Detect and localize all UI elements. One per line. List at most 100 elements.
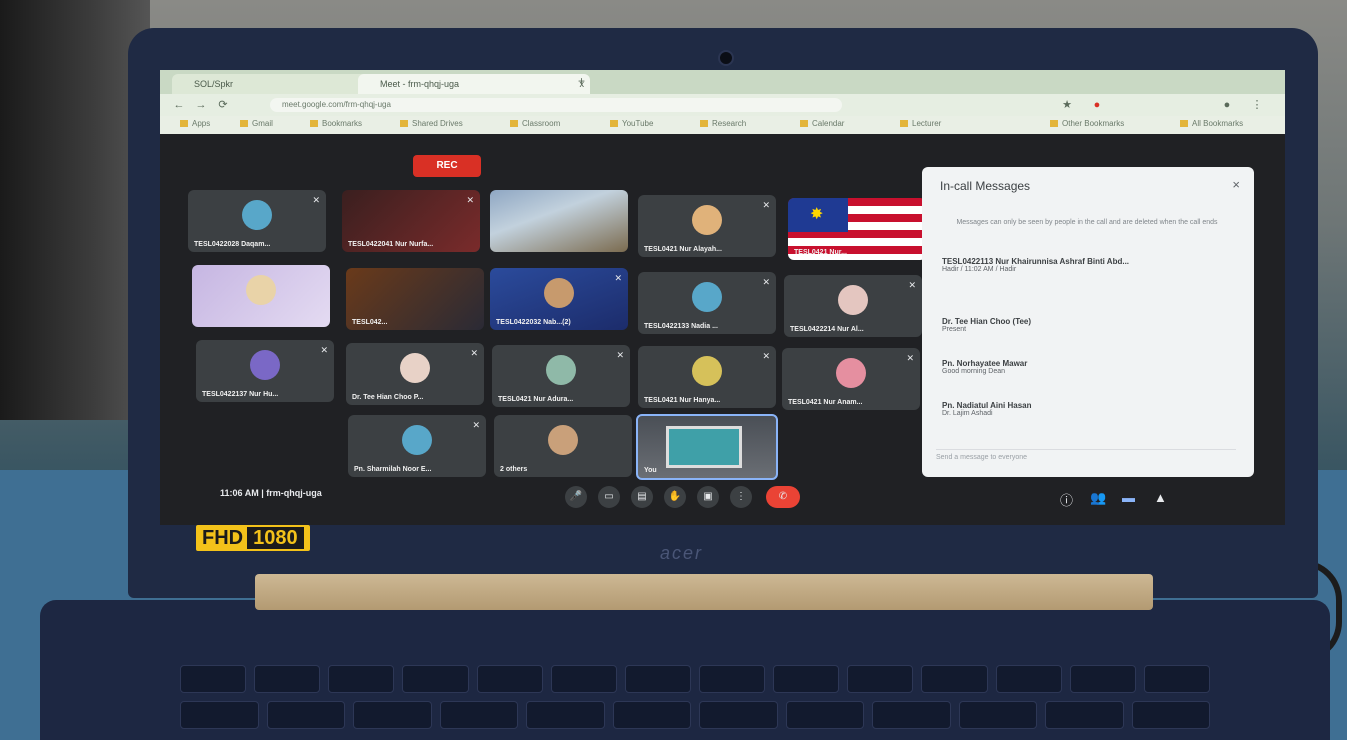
laptop-screen: SOL/Spkr x Meet - frm-qhqj-uga x + ← → ⟳… — [160, 70, 1285, 525]
message-text: Dr. Lajim Ashadi — [942, 410, 993, 417]
participant-name: TESL0422041 Nur Nurfa... — [348, 241, 434, 248]
key — [1069, 665, 1136, 693]
participant-name: TESL0421 Nur... — [794, 249, 847, 256]
meeting-time: 11:06 AM — [220, 488, 259, 498]
participant-tile[interactable]: ✕ Dr. Tee Hian Choo P... — [346, 343, 484, 405]
avatar — [402, 425, 432, 455]
extension-icon[interactable]: ★ — [1060, 98, 1074, 112]
mic-off-icon: ✕ — [470, 348, 478, 358]
close-icon[interactable]: × — [1232, 177, 1240, 192]
bookmark[interactable]: All Bookmarks — [1180, 119, 1243, 128]
key — [847, 665, 914, 693]
leave-call-button[interactable]: ✆ — [766, 486, 800, 508]
browser-tab-active[interactable]: Meet - frm-qhqj-uga x — [358, 74, 590, 94]
captions-button[interactable]: ▤ — [631, 486, 653, 508]
url-field[interactable]: meet.google.com/frm-qhqj-uga — [270, 98, 842, 112]
key-row — [180, 665, 1210, 693]
menu-icon[interactable]: ⋮ — [1250, 98, 1264, 112]
key — [921, 665, 988, 693]
presentation-board — [666, 426, 742, 468]
camera-button[interactable]: ▭ — [598, 486, 620, 508]
present-button[interactable]: ▣ — [697, 486, 719, 508]
browser-tab[interactable]: SOL/Spkr x — [172, 74, 374, 94]
mic-off-icon: ✕ — [762, 200, 770, 210]
participant-tile[interactable]: 2 others — [494, 415, 632, 477]
chat-input[interactable]: Send a message to everyone — [936, 449, 1236, 466]
key — [698, 665, 766, 693]
participant-tile[interactable]: ✕ TESL0422214 Nur Al... — [784, 275, 922, 337]
avatar — [250, 350, 280, 380]
key-row — [180, 701, 1210, 729]
extension-icon[interactable]: ● — [1090, 98, 1104, 112]
reload-icon[interactable]: ⟳ — [216, 98, 230, 112]
raise-hand-button[interactable]: ✋ — [664, 486, 686, 508]
fhd-badge: FHD 1080 — [196, 525, 310, 551]
chat-message: Pn. Norhayatee Mawar Good morning Dean — [942, 359, 1232, 375]
participant-tile[interactable]: ✕ TESL0422028 Daqam... — [188, 190, 326, 252]
participant-name: TESL0421 Nur Adura... — [498, 396, 574, 403]
participant-tile[interactable]: ✕ TESL0422032 Nab...(2) — [490, 268, 628, 330]
mic-button[interactable]: 🎤 — [565, 486, 587, 508]
avatar — [548, 425, 578, 455]
info-icon[interactable]: ⓘ — [1060, 490, 1073, 509]
key — [550, 665, 617, 693]
participant-tile[interactable]: ✸ TESL0421 Nur... — [788, 198, 926, 260]
message-sender: Dr. Tee Hian Choo (Tee) — [942, 317, 1032, 326]
more-options-button[interactable]: ⋮ — [730, 486, 752, 508]
message-text: Hadir / 11:02 AM / Hadir — [942, 266, 1017, 273]
activities-icon[interactable]: ▲ — [1154, 490, 1167, 505]
people-icon[interactable]: 👥 — [1090, 490, 1106, 506]
mic-off-icon: ✕ — [762, 277, 770, 287]
key — [180, 665, 247, 693]
message-sender: Pn. Norhayatee Mawar — [942, 359, 1028, 368]
participant-tile[interactable]: ✕ TESL0422133 Nadia ... — [638, 272, 776, 334]
mic-off-icon: ✕ — [908, 280, 916, 290]
message-text: Present — [942, 326, 967, 333]
key — [1143, 665, 1210, 693]
forward-icon[interactable]: → — [194, 98, 208, 112]
key — [353, 701, 432, 729]
avatar — [692, 205, 722, 235]
bookmark[interactable]: Lecturer — [900, 119, 941, 128]
participant-tile[interactable]: ✕ TESL0422137 Nur Hu... — [196, 340, 334, 402]
avatar — [546, 355, 576, 385]
bookmark[interactable]: Classroom — [510, 119, 560, 128]
chat-message: TESL0422113 Nur Khairunnisa Ashraf Binti… — [942, 257, 1232, 273]
bookmark[interactable]: YouTube — [610, 119, 653, 128]
avatar — [692, 356, 722, 386]
bookmark[interactable]: Calendar — [800, 119, 844, 128]
mic-off-icon: ✕ — [320, 345, 328, 355]
message-sender: Pn. Nadiatul Aini Hasan — [942, 401, 1032, 410]
participant-tile-self[interactable]: You — [636, 414, 778, 480]
participant-tile[interactable]: ✕ TESL0421 Nur Anam... — [782, 348, 920, 410]
chat-title: In-call Messages — [940, 179, 1031, 193]
chat-icon[interactable]: ▬ — [1122, 490, 1135, 505]
participant-tile[interactable] — [490, 190, 628, 252]
key — [773, 665, 840, 693]
participant-name: TESL0422214 Nur Al... — [790, 326, 864, 333]
profile-icon[interactable]: ● — [1220, 98, 1234, 112]
participant-tile[interactable] — [192, 265, 330, 327]
participant-tile[interactable]: TESL042... — [346, 268, 484, 330]
participant-tile[interactable]: ✕ TESL0421 Nur Adura... — [492, 345, 630, 407]
bookmark[interactable]: Shared Drives — [400, 119, 463, 128]
mic-off-icon: ✕ — [472, 420, 480, 430]
new-tab-button[interactable]: + — [578, 74, 585, 88]
bookmark[interactable]: Other Bookmarks — [1050, 119, 1124, 128]
recording-badge: REC — [413, 155, 481, 177]
bookmark[interactable]: Research — [700, 119, 746, 128]
key — [1131, 701, 1210, 729]
bookmark[interactable]: Gmail — [240, 119, 273, 128]
bookmark[interactable]: Apps — [180, 119, 210, 128]
bookmark[interactable]: Bookmarks — [310, 119, 362, 128]
key — [958, 701, 1037, 729]
participant-tile[interactable]: ✕ TESL0421 Nur Alayah... — [638, 195, 776, 257]
back-icon[interactable]: ← — [172, 98, 186, 112]
participant-tile[interactable]: ✕ TESL0421 Nur Hanya... — [638, 346, 776, 408]
avatar — [246, 275, 276, 305]
participant-name: TESL0422137 Nur Hu... — [202, 391, 279, 398]
participant-tile[interactable]: ✕ Pn. Sharmilah Noor E... — [348, 415, 486, 477]
participant-tile[interactable]: ✕ TESL0422041 Nur Nurfa... — [342, 190, 480, 252]
keyboard — [180, 665, 1210, 735]
tab-bar: SOL/Spkr x Meet - frm-qhqj-uga x + — [160, 70, 1285, 94]
